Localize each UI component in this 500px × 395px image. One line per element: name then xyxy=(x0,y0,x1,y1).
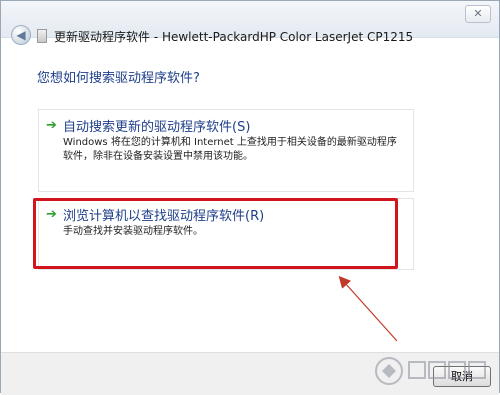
footer-bar xyxy=(1,352,499,395)
annotation-arrow xyxy=(338,275,398,342)
cancel-button[interactable]: 取消 xyxy=(433,366,491,387)
dialog-window: ✕ ◀ 更新驱动程序软件 - Hewlett-PackardHP Color L… xyxy=(0,0,500,395)
